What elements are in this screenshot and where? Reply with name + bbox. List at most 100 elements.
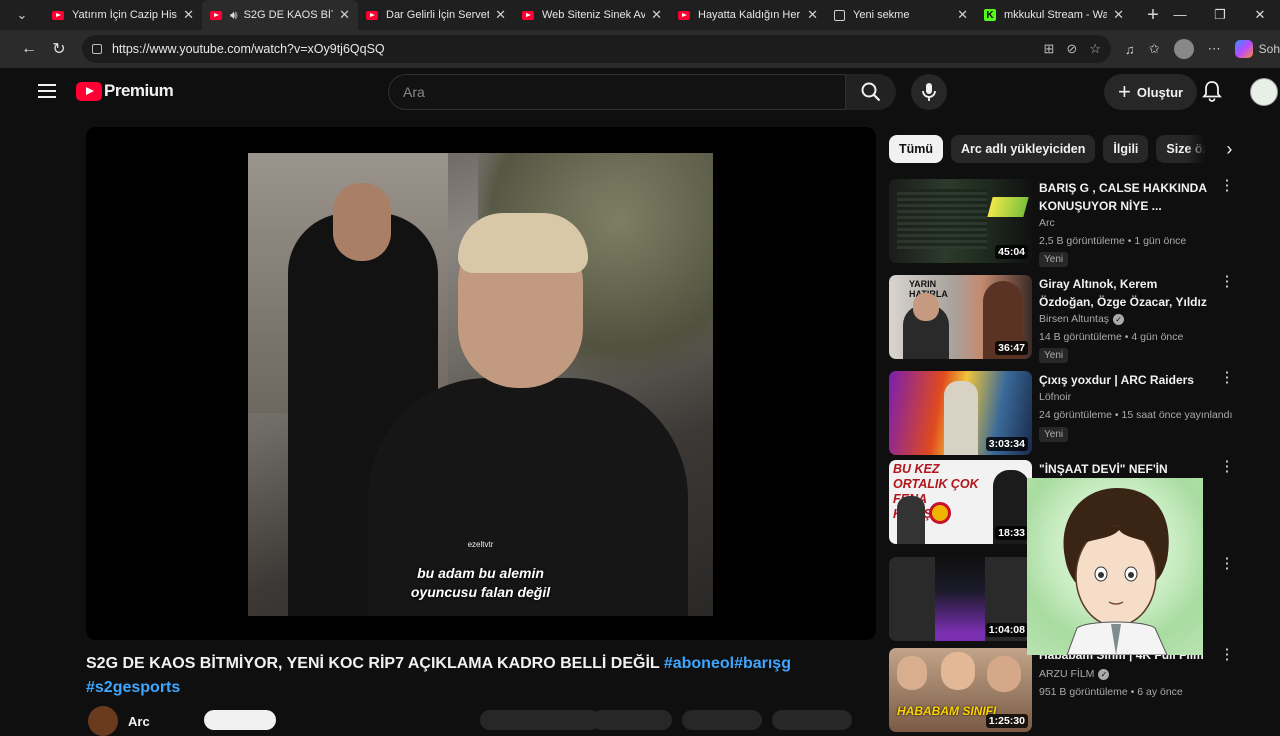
cartoon-character-image <box>1063 488 1169 655</box>
close-icon[interactable]: ✕ <box>495 7 506 23</box>
youtube-logo[interactable]: Premium <box>76 81 174 101</box>
youtube-icon <box>52 10 64 20</box>
channel-name[interactable]: ARZU FİLM <box>1039 668 1094 680</box>
chip-related[interactable]: İlgili <box>1103 135 1149 163</box>
favorite-star-icon[interactable]: ☆ <box>1089 41 1101 57</box>
voice-search-button[interactable] <box>911 74 947 110</box>
video-meta: 24 görüntüleme • 15 saat önce yayınlandı <box>1039 409 1233 421</box>
close-icon[interactable]: ✕ <box>183 7 194 23</box>
profile-avatar[interactable] <box>1173 39 1194 59</box>
picture-in-picture-overlay[interactable] <box>1027 478 1203 655</box>
close-icon[interactable]: ✕ <box>957 7 968 23</box>
favorites-icon[interactable]: ✩ <box>1149 41 1160 57</box>
more-actions-icon[interactable]: ⋮ <box>1219 370 1235 385</box>
more-actions-icon[interactable]: ⋮ <box>1219 459 1235 474</box>
video-channel[interactable]: Arc <box>1039 217 1055 229</box>
galatasaray-logo-icon <box>929 502 951 524</box>
account-avatar[interactable] <box>1250 78 1278 106</box>
create-label: Oluştur <box>1136 84 1184 100</box>
youtube-icon <box>522 10 534 20</box>
search-input[interactable] <box>403 84 845 100</box>
browser-tab[interactable]: Dar Gelirli İçin Servet Yapma ✕ <box>358 0 514 30</box>
reload-icon[interactable]: ↻ <box>44 39 74 59</box>
more-menu-icon[interactable]: ⋯ <box>1208 41 1221 57</box>
download-button[interactable] <box>682 710 762 730</box>
browser-tab[interactable]: Web Siteniz Sinek Avlarsa ✕ <box>514 0 670 30</box>
browser-tab[interactable]: K mkkukul Stream - Watch ✕ <box>976 0 1132 30</box>
more-actions-icon[interactable]: ⋮ <box>1219 178 1235 193</box>
more-actions-icon[interactable]: ⋮ <box>1219 556 1235 571</box>
video-title[interactable]: Çıxış yoxdur | ARC Raiders <box>1039 371 1214 389</box>
recommendation-item[interactable]: 45:04 BARIŞ G , CALSE HAKKINDA KONUŞUYOR… <box>889 178 1239 267</box>
back-icon[interactable]: ← <box>14 40 44 58</box>
video-player[interactable]: ezeltvtr bu adam bu alemin oyuncusu fala… <box>86 127 876 640</box>
chip-all[interactable]: Tümü <box>889 135 944 163</box>
maximize-icon[interactable]: ❐ <box>1200 0 1240 30</box>
new-badge: Yeni <box>1039 348 1069 363</box>
save-button[interactable] <box>772 710 852 730</box>
chip-for-you[interactable]: Size öze <box>1156 135 1207 163</box>
more-actions-icon[interactable]: ⋮ <box>1219 274 1235 289</box>
hashtag-link[interactable]: #aboneol#barışg <box>664 655 791 672</box>
chip-from-uploader[interactable]: Arc adlı yükleyiciden <box>951 135 1096 163</box>
video-thumbnail[interactable]: BU KEZ ORTALIK ÇOK FENA KARIŞTI! 18:33 <box>889 460 1032 544</box>
chevron-right-icon[interactable]: › <box>1214 139 1244 160</box>
minimize-icon[interactable]: — <box>1160 0 1200 30</box>
browser-tab[interactable]: Yatırım İçin Cazip Hisseler ✕ <box>44 0 202 30</box>
search-icon <box>861 82 881 102</box>
channel-name[interactable]: Löfnoir <box>1039 391 1071 403</box>
channel-avatar[interactable] <box>88 706 118 736</box>
channel-owner[interactable]: Arc <box>88 706 150 736</box>
speaker-icon[interactable]: 🔊︎ <box>230 8 238 23</box>
url-field[interactable]: https://www.youtube.com/watch?v=xOy9tj6Q… <box>81 35 1111 63</box>
video-meta: 951 B görüntüleme • 6 ay önce <box>1039 686 1183 698</box>
subscribe-button[interactable] <box>204 710 276 730</box>
close-icon[interactable]: ✕ <box>651 7 662 23</box>
thumbnail-graphic <box>913 293 939 321</box>
video-title[interactable]: BARIŞ G , CALSE HAKKINDA KONUŞUYOR NİYE … <box>1039 179 1214 215</box>
close-icon[interactable]: ✕ <box>1113 7 1124 23</box>
youtube-icon <box>210 10 222 20</box>
search-button[interactable] <box>846 74 896 110</box>
site-info-icon[interactable] <box>91 44 102 54</box>
browser-tab-active[interactable]: 🔊︎ S2G DE KAOS BİTMİYOR ✕ <box>202 0 358 30</box>
plus-icon: + <box>1118 79 1131 104</box>
video-thumbnail[interactable]: 1:04:08 <box>889 557 1032 641</box>
close-icon[interactable]: ✕ <box>339 7 350 23</box>
tab-list-dropdown-icon[interactable]: ⌄ <box>0 0 44 30</box>
more-actions-icon[interactable]: ⋮ <box>1219 647 1235 662</box>
extensions-icon[interactable]: ♫ <box>1125 42 1135 57</box>
youtube-icon <box>678 10 690 20</box>
channel-name[interactable]: Arc <box>128 714 150 729</box>
copilot-button[interactable]: Soh <box>1234 40 1280 58</box>
menu-icon[interactable] <box>38 84 56 98</box>
video-channel[interactable]: Birsen Altuntaş ✓ <box>1039 313 1125 325</box>
video-thumbnail[interactable]: 3:03:34 <box>889 371 1032 455</box>
like-dislike-button[interactable] <box>480 710 600 730</box>
browser-tab-strip: ⌄ Yatırım İçin Cazip Hisseler ✕ 🔊︎ S2G D… <box>0 0 1280 30</box>
apps-icon[interactable]: ⊞ <box>1044 41 1055 57</box>
page-icon <box>834 9 845 21</box>
channel-name[interactable]: Birsen Altuntaş <box>1039 313 1109 325</box>
close-window-icon[interactable]: ✕ <box>1240 0 1280 30</box>
hashtag-link[interactable]: #s2gesports <box>86 679 180 696</box>
filter-chips: Tümü Arc adlı yükleyiciden İlgili Size ö… <box>889 135 1244 163</box>
video-thumbnail[interactable]: 45:04 <box>889 179 1032 263</box>
video-channel[interactable]: ARZU FİLM ✓ <box>1039 668 1110 680</box>
recommendation-item[interactable]: HABABAM SINIFI 1:25:30 Hababam Sınıfı | … <box>889 647 1239 732</box>
close-icon[interactable]: ✕ <box>807 7 818 23</box>
browser-tab[interactable]: Yeni sekme ✕ <box>826 0 976 30</box>
recommendation-item[interactable]: 3:03:34 Çıxış yoxdur | ARC Raiders Löfno… <box>889 370 1239 455</box>
video-channel[interactable]: Löfnoir <box>1039 391 1071 403</box>
share-button[interactable] <box>592 710 672 730</box>
recommendation-item[interactable]: YARIN HATIRLA 36:47 Giray Altınok, Kerem… <box>889 274 1239 363</box>
create-button[interactable]: + Oluştur <box>1104 74 1198 110</box>
notifications-button[interactable] <box>1202 80 1222 107</box>
channel-name[interactable]: Arc <box>1039 217 1055 229</box>
video-frame[interactable]: ezeltvtr bu adam bu alemin oyuncusu fala… <box>248 153 713 616</box>
video-title[interactable]: Giray Altınok, Kerem Özdoğan, Özge Özaca… <box>1039 275 1214 311</box>
video-thumbnail[interactable]: YARIN HATIRLA 36:47 <box>889 275 1032 359</box>
browser-tab[interactable]: Hayatta Kaldığın Her Dakika ✕ <box>670 0 826 30</box>
video-thumbnail[interactable]: HABABAM SINIFI 1:25:30 <box>889 648 1032 732</box>
tracking-prevention-icon[interactable]: ⊘ <box>1066 41 1077 57</box>
